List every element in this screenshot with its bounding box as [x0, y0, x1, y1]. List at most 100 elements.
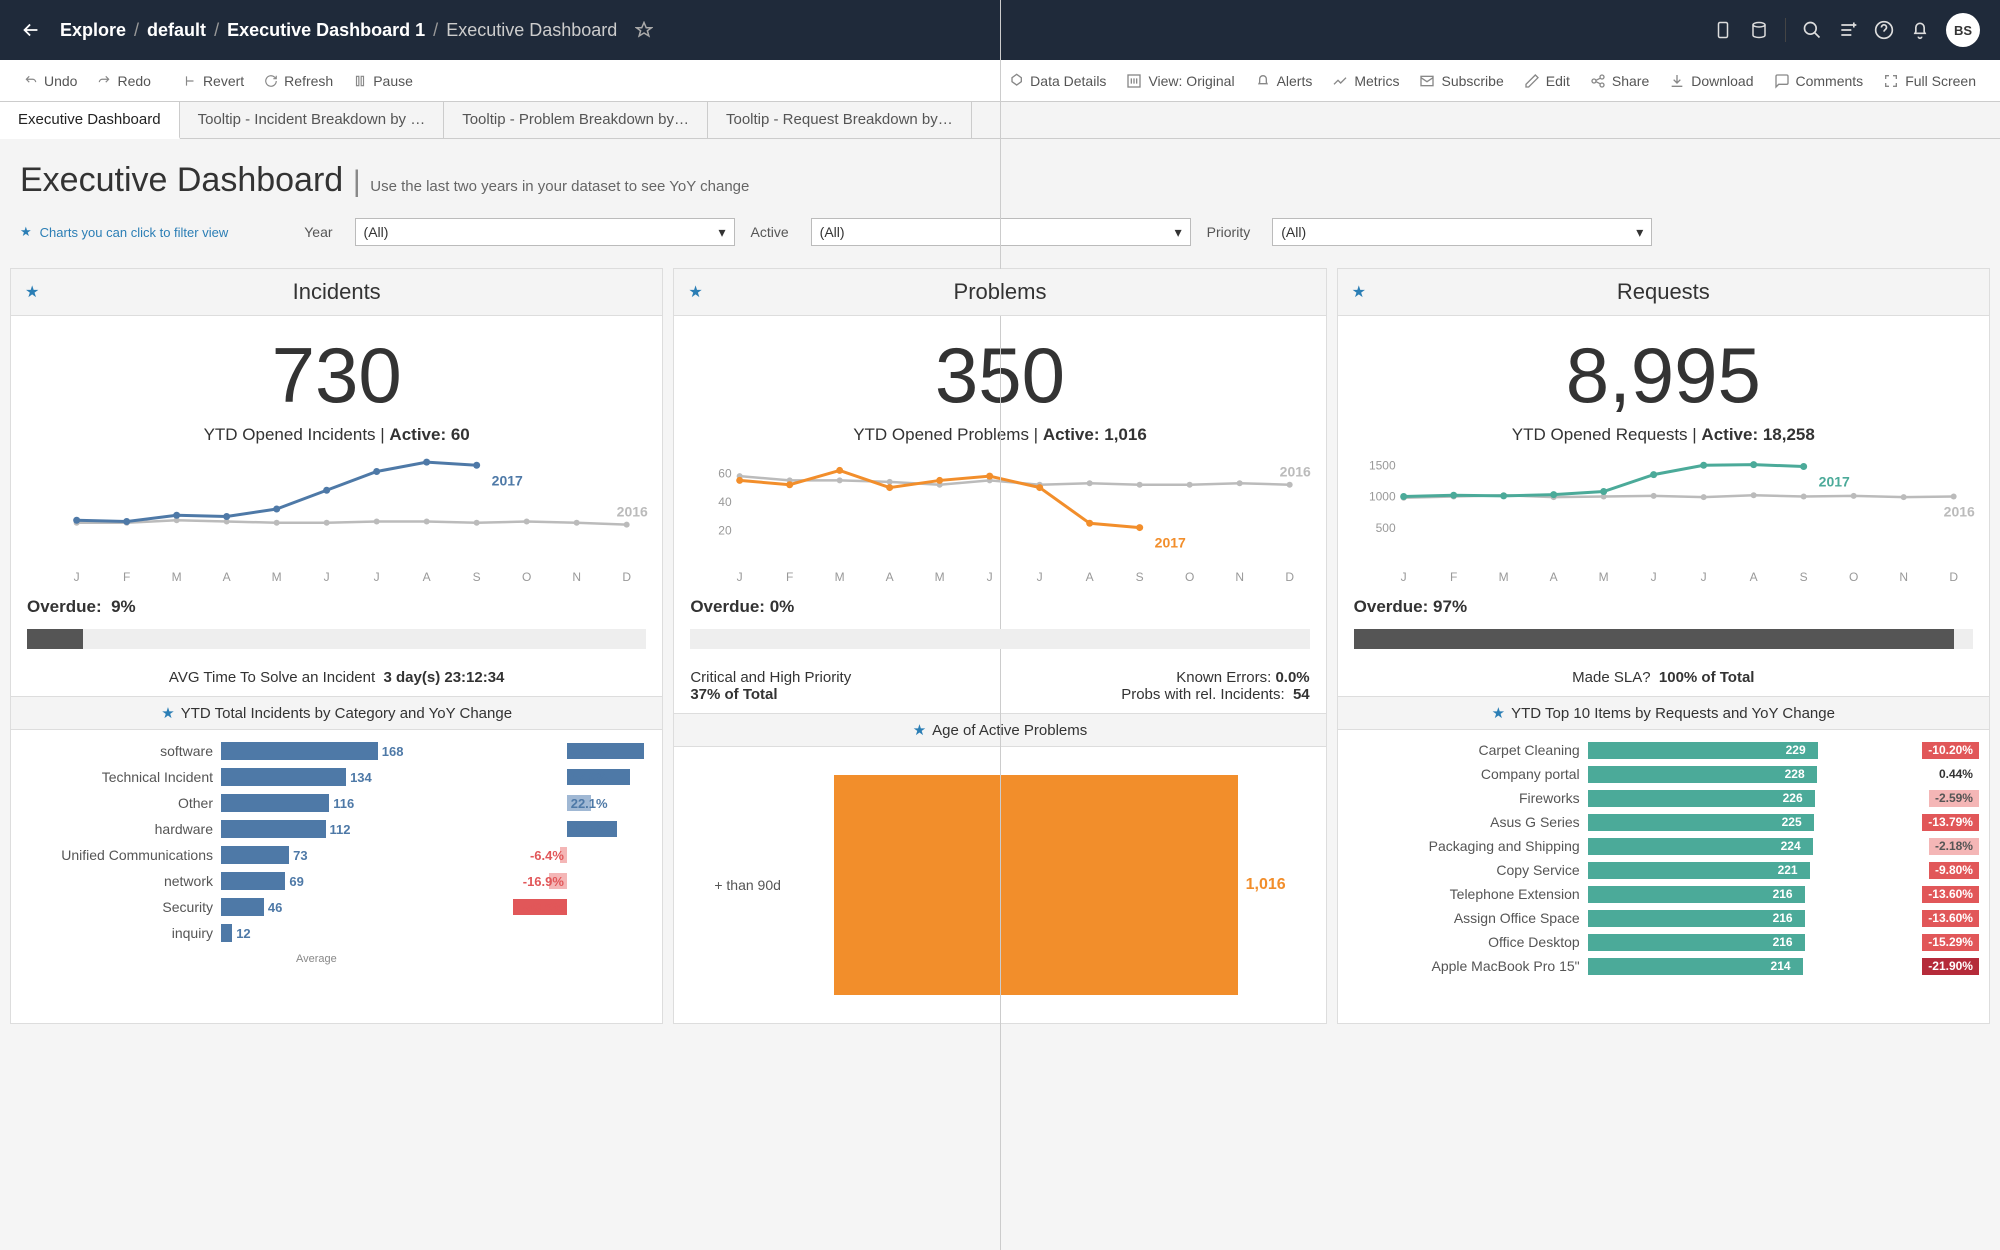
priority-label: Priority: [1207, 224, 1251, 240]
svg-text:A: A: [423, 570, 431, 584]
breadcrumb: Explore/ default/ Executive Dashboard 1/…: [60, 20, 653, 41]
svg-text:J: J: [374, 570, 380, 584]
svg-text:N: N: [572, 570, 581, 584]
svg-text:A: A: [1086, 570, 1094, 584]
problems-title: Problems: [688, 279, 1311, 305]
filter-hint: ★Charts you can click to filter view: [20, 224, 228, 240]
problems-ke-value: 0.0%: [1275, 669, 1309, 686]
edit-button[interactable]: Edit: [1514, 73, 1580, 89]
svg-text:D: D: [622, 570, 631, 584]
tab-tooltip-incident[interactable]: Tooltip - Incident Breakdown by …: [180, 102, 445, 138]
favorite-icon[interactable]: [635, 21, 653, 39]
chevron-down-icon: ▾: [1175, 224, 1182, 241]
redo-button[interactable]: Redo: [87, 73, 160, 89]
tab-tooltip-request[interactable]: Tooltip - Request Breakdown by…: [708, 102, 972, 138]
undo-button[interactable]: Undo: [14, 73, 87, 89]
star-icon: ★: [25, 282, 39, 302]
problems-rel-label: Probs with rel. Incidents:: [1121, 686, 1284, 703]
svg-text:60: 60: [719, 466, 733, 480]
crumb-explore[interactable]: Explore: [60, 20, 126, 41]
alerts-button[interactable]: Alerts: [1245, 73, 1323, 89]
svg-text:2017: 2017: [492, 472, 523, 488]
year-label: Year: [304, 224, 332, 240]
metrics-button[interactable]: Metrics: [1322, 73, 1409, 89]
crumb-workbook[interactable]: Executive Dashboard 1: [227, 20, 425, 41]
priority-dropdown[interactable]: (All)▾: [1272, 218, 1652, 246]
year-dropdown[interactable]: (All)▾: [355, 218, 735, 246]
view-button[interactable]: View: Original: [1116, 73, 1244, 89]
svg-text:2016: 2016: [1280, 464, 1311, 480]
notifications-icon[interactable]: [1902, 12, 1938, 48]
svg-text:2016: 2016: [617, 504, 648, 520]
download-button[interactable]: Download: [1659, 73, 1763, 89]
crumb-current: Executive Dashboard: [446, 20, 617, 41]
problems-rel-value: 54: [1293, 686, 1310, 703]
svg-text:M: M: [172, 570, 182, 584]
svg-text:J: J: [987, 570, 993, 584]
svg-text:A: A: [1749, 570, 1757, 584]
chevron-down-icon: ▾: [719, 224, 726, 241]
requests-top10-chart[interactable]: Carpet CleaningCompany portalFireworksAs…: [1338, 730, 1989, 986]
requests-sla-value: 100% of Total: [1659, 669, 1755, 686]
avatar[interactable]: BS: [1946, 13, 1980, 47]
svg-text:M: M: [1498, 570, 1508, 584]
list-add-icon[interactable]: [1830, 12, 1866, 48]
svg-text:S: S: [1136, 570, 1144, 584]
pause-button[interactable]: Pause: [343, 73, 423, 89]
incidents-card: ★Incidents 730 YTD Opened Incidents | Ac…: [10, 268, 663, 1024]
svg-text:500: 500: [1375, 521, 1395, 535]
refresh-button[interactable]: Refresh: [254, 73, 343, 89]
incidents-sub-header: ★YTD Total Incidents by Category and YoY…: [11, 696, 662, 730]
incidents-avg-value: 3 day(s) 23:12:34: [384, 669, 505, 686]
incidents-title: Incidents: [25, 279, 648, 305]
svg-text:M: M: [935, 570, 945, 584]
svg-text:N: N: [1236, 570, 1245, 584]
svg-text:O: O: [522, 570, 531, 584]
comments-button[interactable]: Comments: [1764, 73, 1874, 89]
incidents-overdue-bar: [27, 629, 646, 649]
tab-executive-dashboard[interactable]: Executive Dashboard: [0, 102, 180, 139]
share-button[interactable]: Share: [1580, 73, 1659, 89]
tab-tooltip-problem[interactable]: Tooltip - Problem Breakdown by…: [444, 102, 708, 138]
svg-text:1000: 1000: [1369, 490, 1396, 504]
svg-text:J: J: [74, 570, 80, 584]
svg-text:F: F: [123, 570, 130, 584]
revert-button[interactable]: Revert: [173, 73, 254, 89]
problems-ke-label: Known Errors:: [1176, 669, 1271, 686]
svg-text:D: D: [1286, 570, 1295, 584]
svg-text:2016: 2016: [1943, 504, 1974, 520]
svg-text:M: M: [272, 570, 282, 584]
svg-text:S: S: [473, 570, 481, 584]
svg-text:20: 20: [719, 523, 733, 537]
chevron-down-icon: ▾: [1636, 224, 1643, 241]
help-icon[interactable]: [1866, 12, 1902, 48]
subscribe-button[interactable]: Subscribe: [1409, 73, 1513, 89]
svg-text:1500: 1500: [1369, 458, 1396, 472]
fullscreen-button[interactable]: Full Screen: [1873, 73, 1986, 89]
requests-sub-header: ★YTD Top 10 Items by Requests and YoY Ch…: [1338, 696, 1989, 730]
svg-text:O: O: [1185, 570, 1194, 584]
active-label: Active: [751, 224, 789, 240]
datasource-icon[interactable]: [1741, 12, 1777, 48]
requests-line-chart[interactable]: 50010001500JFMAMJJASOND20172016: [1338, 449, 1989, 589]
svg-text:S: S: [1799, 570, 1807, 584]
star-icon: ★: [1352, 282, 1366, 302]
incidents-overdue: Overdue: 9%: [11, 589, 662, 625]
search-icon[interactable]: [1794, 12, 1830, 48]
svg-text:J: J: [1650, 570, 1656, 584]
back-icon[interactable]: [20, 19, 42, 41]
data-details-button[interactable]: Data Details: [998, 73, 1116, 89]
crumb-default[interactable]: default: [147, 20, 206, 41]
incidents-line-chart[interactable]: JFMAMJJASOND20172016: [11, 449, 662, 589]
svg-text:J: J: [1400, 570, 1406, 584]
problems-crit-value: 37% of Total: [690, 686, 777, 703]
requests-overdue: Overdue: 97%: [1338, 589, 1989, 625]
svg-text:O: O: [1849, 570, 1858, 584]
requests-sla-label: Made SLA?: [1572, 669, 1650, 686]
svg-text:F: F: [1450, 570, 1457, 584]
device-preview-icon[interactable]: [1705, 12, 1741, 48]
star-icon: ★: [688, 282, 702, 302]
incidents-category-chart[interactable]: softwareTechnical IncidentOtherhardwareU…: [11, 730, 662, 980]
problems-crit-label: Critical and High Priority: [690, 669, 851, 686]
svg-text:J: J: [324, 570, 330, 584]
